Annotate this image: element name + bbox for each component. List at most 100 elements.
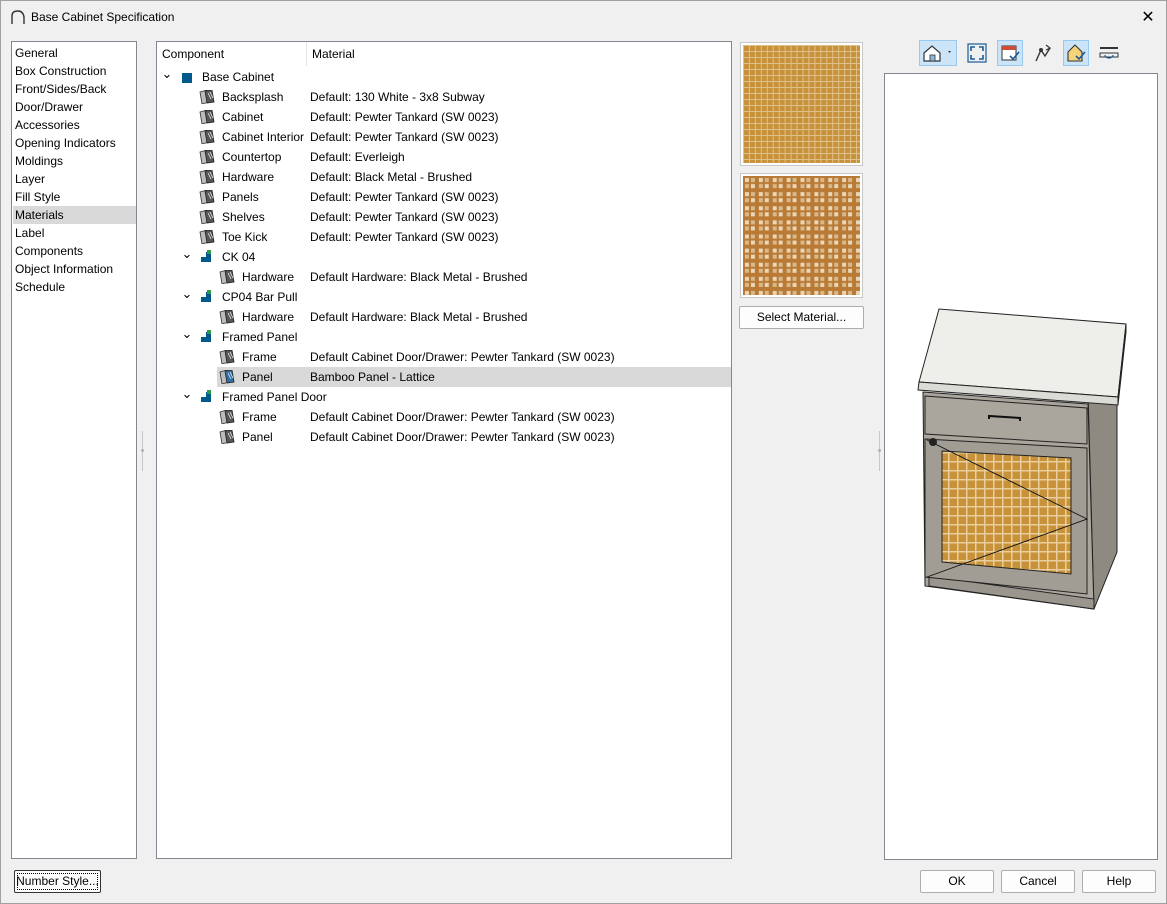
material-icon xyxy=(199,229,215,245)
nav-item-object-information[interactable]: Object Information xyxy=(13,260,136,278)
cancel-button[interactable]: Cancel xyxy=(1001,870,1075,893)
camera-view-dropdown-button[interactable] xyxy=(919,40,957,66)
tree-row[interactable]: ⌄ Base Cabinet xyxy=(157,67,731,87)
nav-item-opening-indicators[interactable]: Opening Indicators xyxy=(13,134,136,152)
category-list: General Box Construction Front/Sides/Back D… xyxy=(11,41,137,859)
ok-button[interactable]: OK xyxy=(920,870,994,893)
component-label: CK 04 xyxy=(222,250,256,264)
material-icon-blue xyxy=(219,369,235,385)
display-options-button[interactable] xyxy=(997,40,1023,66)
chevron-down-icon[interactable]: ⌄ xyxy=(161,67,173,87)
component-label: Toe Kick xyxy=(222,230,268,244)
component-label: CP04 Bar Pull xyxy=(222,290,298,304)
tree-row[interactable]: Countertop Default: Everleigh xyxy=(157,147,731,167)
show-materials-button[interactable] xyxy=(1063,40,1089,66)
tree-row[interactable]: Frame Default Cabinet Door/Drawer: Pewter… xyxy=(157,347,731,367)
material-icon xyxy=(219,309,235,325)
tree-row[interactable]: Frame Default Cabinet Door/Drawer: Pewter… xyxy=(157,407,731,427)
rotate-view-button[interactable] xyxy=(1030,40,1056,66)
camera-view-dropdown-icon xyxy=(923,45,951,62)
material-label: Default: 130 White - 3x8 Subway xyxy=(310,90,485,104)
tree-row[interactable]: ⌄ Framed Panel Door xyxy=(157,387,731,407)
tree-row[interactable]: Cabinet Default: Pewter Tankard (SW 0023) xyxy=(157,107,731,127)
cabinet-3d-preview[interactable] xyxy=(884,73,1158,860)
component-icon xyxy=(199,330,215,344)
component-label: Panels xyxy=(222,190,259,204)
help-button[interactable]: Help xyxy=(1082,870,1156,893)
material-label: Bamboo Panel - Lattice xyxy=(310,370,435,384)
tree-row[interactable]: Hardware Default Hardware: Black Metal - … xyxy=(157,307,731,327)
select-material-button[interactable]: Select Material... xyxy=(739,306,864,329)
nav-item-door-drawer[interactable]: Door/Drawer xyxy=(13,98,136,116)
title-bar: Base Cabinet Specification ✕ xyxy=(1,1,1166,33)
display-options-icon xyxy=(1001,45,1020,61)
tree-row[interactable]: Hardware Default: Black Metal - Brushed xyxy=(157,167,731,187)
material-icon xyxy=(219,409,235,425)
elevation-view-button[interactable] xyxy=(1096,40,1122,66)
material-icon xyxy=(219,269,235,285)
nav-item-layer[interactable]: Layer xyxy=(13,170,136,188)
rotate-view-icon xyxy=(1035,44,1052,62)
chevron-down-icon[interactable]: ⌄ xyxy=(181,287,193,307)
material-label: Default: Everleigh xyxy=(310,150,405,164)
tree-row[interactable]: Cabinet Interior Default: Pewter Tankard … xyxy=(157,127,731,147)
material-label: Default: Black Metal - Brushed xyxy=(310,170,473,184)
column-material[interactable]: Material xyxy=(312,47,355,61)
tree-row[interactable]: ⌄ CK 04 xyxy=(157,247,731,267)
material-label: Default Cabinet Door/Drawer: Pewter Tank… xyxy=(310,350,615,364)
lattice-pattern-swatch xyxy=(743,176,860,295)
tree-row[interactable]: Panels Default: Pewter Tankard (SW 0023) xyxy=(157,187,731,207)
component-label: Hardware xyxy=(242,270,295,284)
window-title: Base Cabinet Specification xyxy=(31,10,175,24)
nav-item-front-sides-back[interactable]: Front/Sides/Back xyxy=(13,80,136,98)
fill-window-button[interactable] xyxy=(964,40,990,66)
material-label: Default: Pewter Tankard (SW 0023) xyxy=(310,210,499,224)
nav-item-components[interactable]: Components xyxy=(13,242,136,260)
nav-item-general[interactable]: General xyxy=(13,44,136,62)
column-divider[interactable] xyxy=(306,42,307,66)
nav-item-materials[interactable]: Materials xyxy=(13,206,136,224)
nav-item-accessories[interactable]: Accessories xyxy=(13,116,136,134)
component-label: Countertop xyxy=(222,150,282,164)
elevation-icon xyxy=(1099,47,1119,59)
nav-item-label[interactable]: Label xyxy=(13,224,136,242)
component-label: Frame xyxy=(242,410,277,424)
component-label: Base Cabinet xyxy=(202,70,275,84)
component-label: Hardware xyxy=(242,310,295,324)
material-icon xyxy=(219,429,235,445)
close-button[interactable]: ✕ xyxy=(1130,1,1166,33)
base-cabinet-render xyxy=(917,308,1127,610)
tree-row[interactable]: Panel Default Cabinet Door/Drawer: Pewter… xyxy=(157,427,731,447)
cabinet-icon xyxy=(181,70,197,84)
selection-highlight xyxy=(217,367,731,387)
tree-row[interactable]: Backsplash Default: 130 White - 3x8 Subwa… xyxy=(157,87,731,107)
number-style-button[interactable]: Number Style... xyxy=(14,870,101,893)
dialog-window: Base Cabinet Specification ✕ General Box … xyxy=(0,0,1167,904)
tree-row[interactable]: Hardware Default Hardware: Black Metal - … xyxy=(157,267,731,287)
left-splitter[interactable] xyxy=(140,431,146,471)
material-icon xyxy=(199,109,215,125)
nav-item-fill-style[interactable]: Fill Style xyxy=(13,188,136,206)
material-label: Default: Pewter Tankard (SW 0023) xyxy=(310,190,499,204)
material-icon xyxy=(199,149,215,165)
material-label: Default Hardware: Black Metal - Brushed xyxy=(310,310,528,324)
tree-row[interactable]: Toe Kick Default: Pewter Tankard (SW 0023… xyxy=(157,227,731,247)
component-label: Hardware xyxy=(222,170,275,184)
column-component[interactable]: Component xyxy=(162,47,224,61)
component-label: Frame xyxy=(242,350,277,364)
chevron-down-icon[interactable]: ⌄ xyxy=(181,247,193,267)
chevron-down-icon[interactable]: ⌄ xyxy=(181,327,193,347)
tree-row[interactable]: ⌄ Framed Panel xyxy=(157,327,731,347)
material-pattern-preview xyxy=(740,173,863,298)
material-label: Default Hardware: Black Metal - Brushed xyxy=(310,270,528,284)
tree-row[interactable]: Panel Bamboo Panel - Lattice xyxy=(157,367,731,387)
tree-row[interactable]: ⌄ CP04 Bar Pull xyxy=(157,287,731,307)
tree-row[interactable]: Shelves Default: Pewter Tankard (SW 0023) xyxy=(157,207,731,227)
component-label: Backsplash xyxy=(222,90,284,104)
chevron-down-icon[interactable]: ⌄ xyxy=(181,387,193,407)
nav-item-schedule[interactable]: Schedule xyxy=(13,278,136,296)
material-icon xyxy=(199,129,215,145)
nav-item-moldings[interactable]: Moldings xyxy=(13,152,136,170)
nav-item-box-construction[interactable]: Box Construction xyxy=(13,62,136,80)
right-splitter[interactable] xyxy=(877,431,883,471)
